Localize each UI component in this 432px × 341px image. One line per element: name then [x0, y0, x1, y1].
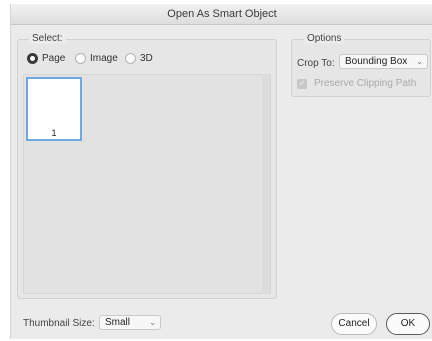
radio-page[interactable]: Page [27, 53, 65, 64]
cancel-button[interactable]: Cancel [331, 313, 377, 335]
crop-to-value: Bounding Box [345, 56, 408, 67]
radio-image[interactable]: Image [75, 53, 118, 64]
crop-to-dropdown[interactable]: Bounding Box ⌄ [339, 54, 428, 69]
ok-button[interactable]: OK [386, 313, 430, 335]
page-thumbnail-number: 1 [51, 128, 57, 138]
radio-3d[interactable]: 3D [125, 53, 153, 64]
thumbnail-area[interactable]: 1 [23, 74, 271, 294]
thumbnail-scrollbar[interactable] [262, 75, 270, 293]
page-thumbnail[interactable]: 1 [26, 77, 82, 141]
radio-page-button[interactable] [27, 53, 38, 64]
radio-3d-label: 3D [140, 53, 153, 64]
chevron-down-icon: ⌄ [416, 57, 423, 66]
radio-3d-button[interactable] [125, 53, 136, 64]
chevron-down-icon: ⌄ [149, 318, 156, 327]
dialog-window: Open As Smart Object Select: Page Image … [10, 4, 432, 339]
preserve-clipping-path-label: Preserve Clipping Path [314, 78, 417, 89]
select-group-title: Select: [29, 33, 66, 44]
options-group-title: Options [304, 33, 345, 44]
crop-to-label: Crop To: [297, 58, 335, 69]
radio-image-label: Image [90, 53, 118, 64]
thumbnail-size-label: Thumbnail Size: [23, 318, 95, 329]
thumbnail-size-value: Small [105, 317, 131, 328]
thumbnail-size-dropdown[interactable]: Small ⌄ [99, 315, 161, 330]
window-title: Open As Smart Object [11, 4, 432, 25]
radio-image-button[interactable] [75, 53, 86, 64]
checkmark-icon[interactable]: ✓ [297, 79, 307, 89]
radio-page-label: Page [42, 53, 66, 64]
